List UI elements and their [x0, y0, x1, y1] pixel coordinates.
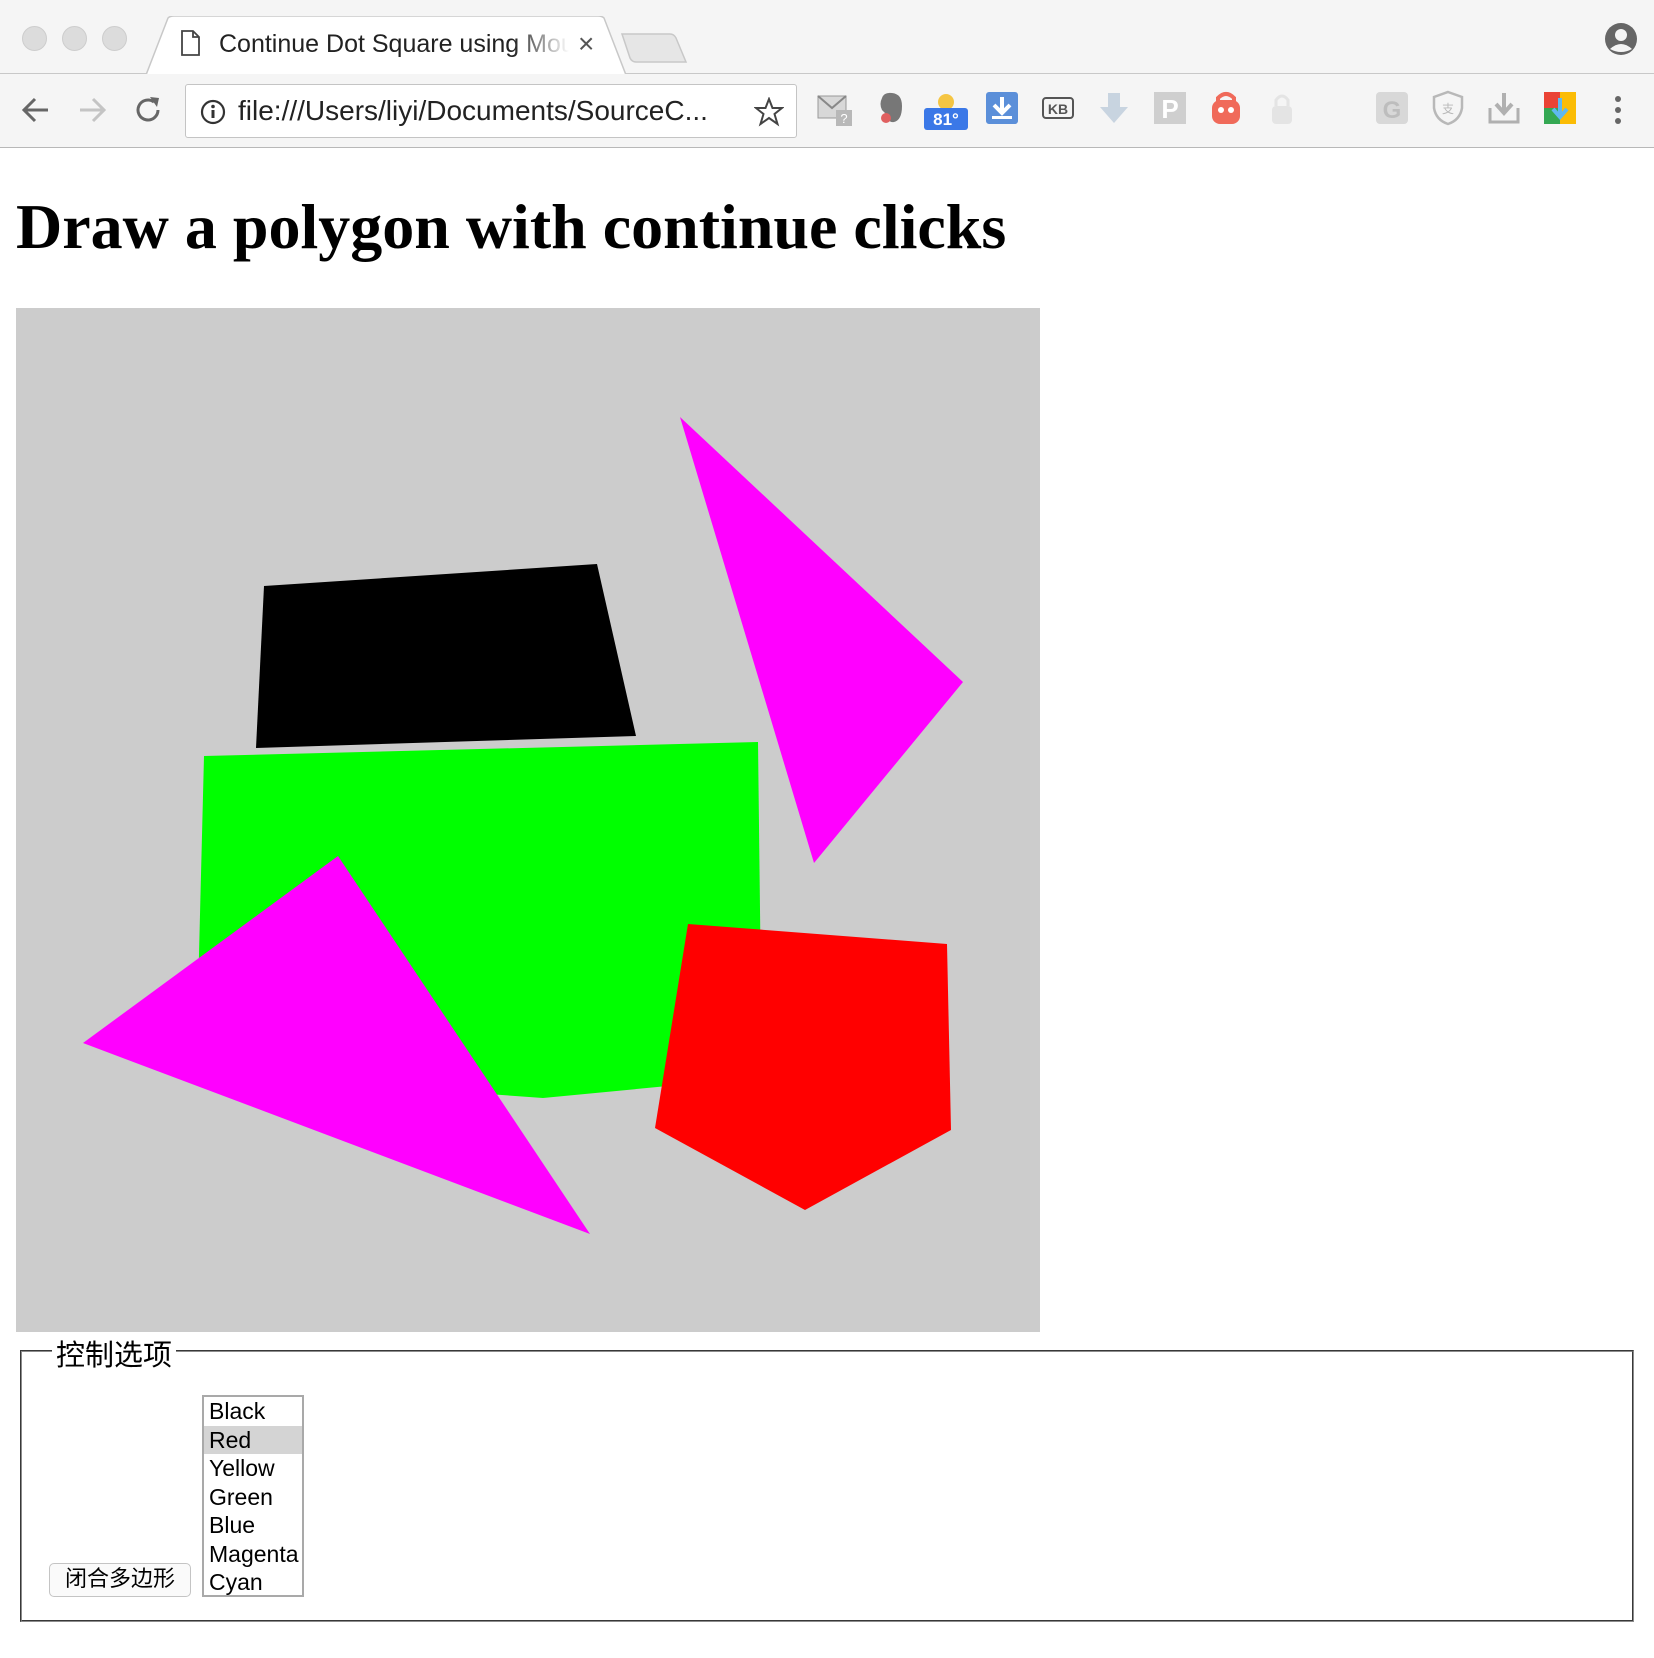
- url-text: file:///Users/liyi/Documents/SourceC...: [238, 95, 708, 126]
- drive-icon[interactable]: [1542, 90, 1580, 128]
- weather-icon[interactable]: 81°: [922, 88, 970, 132]
- color-option-cyan[interactable]: Cyan: [204, 1568, 302, 1597]
- back-arrow-icon[interactable]: [20, 94, 52, 126]
- gmail-checker-icon[interactable]: ?: [816, 90, 854, 128]
- control-options-fieldset: 控制选项 闭合多边形 Black Red Yellow Green Blue Magent…: [20, 1332, 1634, 1622]
- evernote-icon[interactable]: [874, 90, 912, 128]
- minimize-window-button[interactable]: [62, 26, 87, 51]
- color-option-green[interactable]: Green: [204, 1483, 302, 1512]
- save-icon[interactable]: [1486, 90, 1524, 128]
- p-icon[interactable]: P: [1152, 90, 1190, 128]
- new-tab-button[interactable]: [620, 32, 688, 64]
- info-icon[interactable]: [200, 99, 226, 125]
- zoom-window-button[interactable]: [102, 26, 127, 51]
- svg-text:P: P: [1161, 94, 1178, 124]
- reload-icon[interactable]: [132, 94, 164, 126]
- g-icon[interactable]: G: [1374, 90, 1412, 128]
- color-option-black[interactable]: Black: [204, 1397, 302, 1426]
- shield-icon[interactable]: 支: [1430, 90, 1468, 128]
- lock-icon[interactable]: [1264, 90, 1302, 128]
- document-icon: [180, 30, 200, 61]
- address-bar[interactable]: file:///Users/liyi/Documents/SourceC...: [185, 84, 797, 138]
- page-title: Draw a polygon with continue clicks: [16, 191, 1007, 262]
- close-window-button[interactable]: [22, 26, 47, 51]
- fieldset-legend: 控制选项: [52, 1332, 177, 1374]
- toolbar: file:///Users/liyi/Documents/SourceC... …: [0, 74, 1654, 148]
- forward-arrow-icon[interactable]: [76, 94, 108, 126]
- color-option-magenta[interactable]: Magenta: [204, 1540, 302, 1569]
- drawing-canvas[interactable]: [16, 308, 1040, 1332]
- color-option-yellow[interactable]: Yellow: [204, 1454, 302, 1483]
- color-option-red[interactable]: Red: [204, 1425, 302, 1454]
- svg-text:支: 支: [1442, 102, 1454, 116]
- svg-text:?: ?: [840, 111, 847, 126]
- tab-bar: Continue Dot Square using Mouse ×: [0, 0, 1654, 75]
- bookmark-star-icon[interactable]: [754, 97, 784, 127]
- vpn-icon[interactable]: [1208, 90, 1246, 128]
- tab-title: Continue Dot Square using Mouse: [219, 30, 569, 58]
- active-tab[interactable]: Continue Dot Square using Mouse ×: [146, 16, 626, 75]
- svg-text:KB: KB: [1048, 101, 1068, 117]
- kb-icon[interactable]: KB: [1040, 90, 1078, 128]
- weather-badge: 81°: [933, 110, 959, 129]
- menu-dots-icon[interactable]: [1610, 94, 1626, 126]
- canvas-surface[interactable]: [16, 308, 1040, 1332]
- color-select-list[interactable]: Black Red Yellow Green Blue Magenta Cyan: [202, 1395, 304, 1597]
- close-polygon-button[interactable]: 闭合多边形: [49, 1563, 191, 1597]
- download-icon[interactable]: [984, 90, 1022, 128]
- black-quadrilateral: [256, 564, 636, 748]
- arrow-down-icon[interactable]: [1096, 90, 1134, 128]
- color-option-blue[interactable]: Blue: [204, 1511, 302, 1540]
- profile-icon[interactable]: [1604, 22, 1638, 56]
- tab-close-icon[interactable]: ×: [578, 30, 594, 58]
- svg-text:G: G: [1383, 97, 1402, 124]
